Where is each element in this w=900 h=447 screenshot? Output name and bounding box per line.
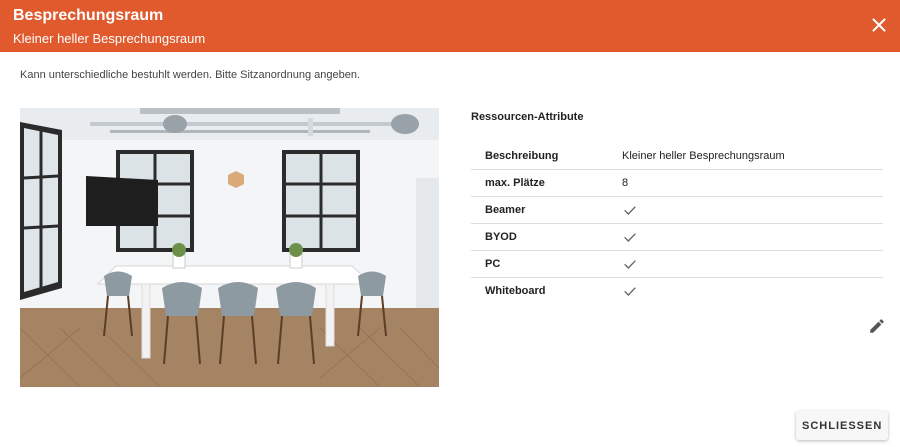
attribute-row-beamer: Beamer (471, 196, 883, 224)
check-icon (624, 233, 636, 242)
meeting-room-photo (20, 108, 439, 387)
pencil-icon[interactable] (868, 317, 886, 335)
attribute-label: BYOD (471, 223, 622, 251)
check-icon (624, 287, 636, 296)
attribute-row-beschreibung: Beschreibung Kleiner heller Besprechungs… (471, 143, 883, 170)
attributes-title: Ressourcen-Attribute (471, 111, 584, 123)
dialog-title: Besprechungsraum (13, 7, 164, 24)
check-icon (624, 206, 636, 215)
dialog-header: Besprechungsraum Kleiner heller Besprech… (0, 0, 900, 52)
attribute-label: max. Plätze (471, 169, 622, 197)
attribute-value: 8 (622, 169, 883, 197)
attribute-row-whiteboard: Whiteboard (471, 278, 883, 305)
attribute-label: Beschreibung (471, 143, 622, 170)
attribute-row-pc: PC (471, 250, 883, 278)
attribute-row-byod: BYOD (471, 223, 883, 251)
attribute-label: Whiteboard (485, 285, 546, 297)
dialog-subtitle: Kleiner heller Besprechungsraum (13, 31, 206, 46)
check-icon (624, 260, 636, 269)
close-icon[interactable] (868, 14, 890, 36)
resource-description: Kann unterschiedliche bestuhlt werden. B… (20, 69, 361, 81)
attribute-label: PC (471, 250, 622, 278)
attribute-row-max-plaetze: max. Plätze 8 (471, 169, 883, 197)
attributes-table: Beschreibung Kleiner heller Besprechungs… (471, 143, 883, 304)
attribute-label: Beamer (471, 196, 622, 224)
close-button[interactable]: SCHLIESSEN (796, 411, 888, 440)
attribute-value: Kleiner heller Besprechungsraum (622, 143, 883, 170)
